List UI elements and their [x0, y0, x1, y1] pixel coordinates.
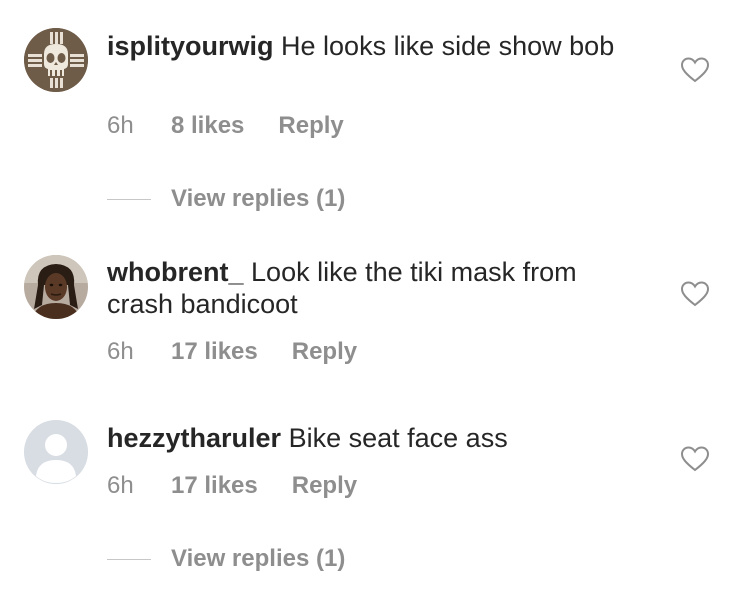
reply-button[interactable]: Reply	[292, 472, 357, 500]
heart-icon[interactable]	[680, 280, 710, 308]
user-avatar[interactable]	[24, 28, 88, 92]
username-link[interactable]: hezzytharuler	[107, 423, 281, 453]
comment-meta: 6h 17 likes Reply	[107, 472, 357, 500]
username-link[interactable]: whobrent_	[107, 257, 244, 287]
divider-line	[107, 559, 151, 561]
default-avatar-icon	[24, 420, 88, 484]
comment-text: Bike seat face ass	[288, 423, 508, 453]
user-avatar[interactable]	[24, 255, 88, 319]
skull-logo-icon	[24, 28, 88, 92]
comment-time: 6h	[107, 472, 134, 499]
comment-text-block: isplityourwig He looks like side show bo…	[107, 30, 647, 62]
comment-meta: 6h 8 likes Reply	[107, 112, 344, 140]
comment-time: 6h	[107, 338, 134, 365]
view-replies-label: View replies (1)	[171, 185, 346, 212]
comment-time: 6h	[107, 112, 134, 139]
username-link[interactable]: isplityourwig	[107, 31, 274, 61]
view-replies-button[interactable]: View replies (1)	[107, 545, 345, 573]
heart-icon[interactable]	[680, 56, 710, 84]
comment-text-block: hezzytharuler Bike seat face ass	[107, 422, 647, 454]
reply-button[interactable]: Reply	[278, 112, 343, 140]
user-avatar[interactable]	[24, 420, 88, 484]
comment-text: He looks like side show bob	[281, 31, 615, 61]
likes-count[interactable]: 17 likes	[171, 338, 258, 366]
likes-count[interactable]: 8 likes	[171, 112, 244, 140]
view-replies-label: View replies (1)	[171, 545, 346, 572]
divider-line	[107, 199, 151, 201]
heart-icon[interactable]	[680, 445, 710, 473]
profile-photo	[24, 255, 88, 319]
comment-meta: 6h 17 likes Reply	[107, 338, 357, 366]
comment-text-block: whobrent_ Look like the tiki mask from c…	[107, 256, 647, 320]
likes-count[interactable]: 17 likes	[171, 472, 258, 500]
reply-button[interactable]: Reply	[292, 338, 357, 366]
view-replies-button[interactable]: View replies (1)	[107, 185, 345, 213]
